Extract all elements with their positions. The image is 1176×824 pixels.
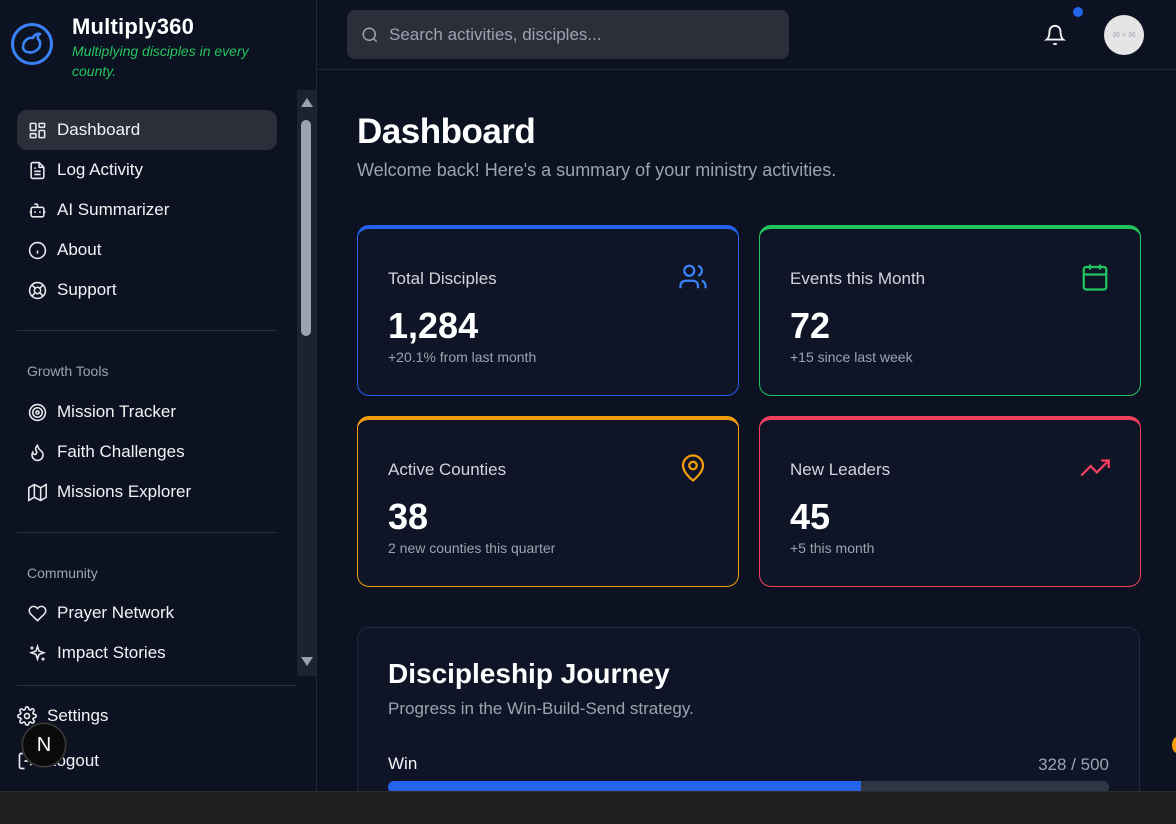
lifebuoy-icon: [28, 281, 47, 300]
sidebar-item-ai-summarizer[interactable]: AI Summarizer: [17, 190, 277, 230]
map-pin-icon: [678, 453, 708, 483]
calendar-icon: [1080, 262, 1110, 292]
progress-label-win: Win: [388, 754, 418, 773]
sidebar-nav: Dashboard Log Activity AI Summarizer Abo…: [0, 90, 296, 676]
heart-icon: [28, 604, 47, 623]
stat-change: +15 since last week: [790, 349, 913, 365]
page-subtitle: Welcome back! Here's a summary of your m…: [357, 160, 837, 180]
sidebar: Multiply360 Multiplying disciples in eve…: [0, 0, 317, 791]
bell-icon[interactable]: [1044, 24, 1066, 46]
sidebar-item-label: Faith Challenges: [57, 442, 185, 461]
stat-label: New Leaders: [790, 460, 891, 479]
sidebar-scrollbar[interactable]: [297, 90, 316, 676]
sidebar-divider: [17, 330, 277, 331]
trending-up-icon: [1080, 453, 1110, 483]
sparkles-icon: [28, 643, 47, 663]
topbar: 36 × 36: [317, 0, 1176, 70]
app-title: Multiply360: [72, 14, 195, 39]
sidebar-item-log-activity[interactable]: Log Activity: [17, 150, 277, 190]
sidebar-item-about[interactable]: About: [17, 230, 277, 270]
stat-value: 38: [388, 496, 429, 537]
stat-label: Active Counties: [388, 460, 507, 479]
progress-count-win: 328 / 500: [1038, 755, 1109, 774]
flame-icon: [28, 443, 47, 462]
sidebar-item-label: Prayer Network: [57, 603, 175, 622]
page-title: Dashboard: [357, 112, 536, 151]
stat-change: +20.1% from last month: [388, 349, 537, 365]
stat-value: 72: [790, 305, 831, 346]
bot-icon: [28, 201, 47, 220]
sidebar-item-label: Mission Tracker: [57, 402, 177, 421]
sidebar-item-label: AI Summarizer: [57, 200, 170, 219]
dev-tools-badge[interactable]: N: [22, 723, 66, 767]
taskbar-strip: [0, 791, 1176, 824]
settings-label: Settings: [47, 706, 109, 725]
sidebar-item-faith-challenges[interactable]: Faith Challenges: [17, 432, 277, 472]
section-label-growth-tools: Growth Tools: [27, 363, 109, 379]
sidebar-item-label: Support: [57, 280, 117, 299]
grid-icon: [28, 121, 47, 140]
target-icon: [28, 403, 47, 422]
sidebar-item-impact-stories[interactable]: Impact Stories: [17, 633, 277, 673]
sidebar-item-mission-tracker[interactable]: Mission Tracker: [17, 392, 277, 432]
logo-icon: [11, 23, 53, 65]
users-icon: [678, 262, 708, 292]
settings-button[interactable]: Settings: [17, 706, 108, 726]
stat-change: +5 this month: [790, 540, 875, 556]
file-text-icon: [28, 161, 47, 180]
sidebar-item-dashboard[interactable]: Dashboard: [17, 110, 277, 150]
sidebar-item-label: Dashboard: [57, 120, 141, 139]
stat-card-events-this-month[interactable]: Events this Month 72 +15 since last week: [759, 225, 1141, 396]
stat-card-new-leaders[interactable]: New Leaders 45 +5 this month: [759, 416, 1141, 587]
stat-card-active-counties[interactable]: Active Counties 38 2 new counties this q…: [357, 416, 739, 587]
stat-value: 1,284: [388, 305, 479, 346]
stat-card-total-disciples[interactable]: Total Disciples 1,284 +20.1% from last m…: [357, 225, 739, 396]
gear-icon: [17, 706, 37, 726]
info-icon: [28, 241, 47, 260]
notification-dot: [1073, 7, 1083, 17]
sidebar-divider: [17, 685, 296, 686]
search-icon: [362, 27, 378, 42]
sidebar-item-prayer-network[interactable]: Prayer Network: [17, 593, 277, 633]
sidebar-item-support[interactable]: Support: [17, 270, 277, 310]
sidebar-divider: [17, 532, 277, 533]
scroll-down-arrow-icon[interactable]: [301, 657, 313, 666]
stat-change: 2 new counties this quarter: [388, 540, 556, 556]
search-input[interactable]: [389, 24, 769, 45]
scroll-thumb[interactable]: [301, 120, 311, 336]
app-tagline: Multiplying disciples in every county.: [72, 43, 249, 79]
section-label-community: Community: [27, 565, 98, 581]
stat-value: 45: [790, 496, 831, 537]
app-window: Multiply360 Multiplying disciples in eve…: [0, 0, 1176, 824]
sidebar-item-label: Missions Explorer: [57, 482, 192, 501]
stat-label: Total Disciples: [388, 269, 497, 288]
search-bar[interactable]: [347, 10, 789, 59]
sidebar-item-label: About: [57, 240, 102, 259]
stat-label: Events this Month: [790, 269, 926, 288]
sidebar-item-missions-explorer[interactable]: Missions Explorer: [17, 472, 277, 512]
sidebar-item-label: Impact Stories: [57, 643, 166, 662]
avatar[interactable]: 36 × 36: [1104, 15, 1144, 55]
section-title: Discipleship Journey: [388, 658, 670, 689]
edge-indicator: [1172, 737, 1176, 753]
main-content: 36 × 36 Dashboard Welcome back! Here's a…: [317, 0, 1176, 824]
sidebar-item-label: Log Activity: [57, 160, 143, 179]
brand[interactable]: Multiply360 Multiplying disciples in eve…: [10, 14, 272, 81]
map-icon: [28, 482, 47, 502]
scroll-up-arrow-icon[interactable]: [301, 98, 313, 107]
section-subtitle: Progress in the Win-Build-Send strategy.: [388, 699, 694, 718]
